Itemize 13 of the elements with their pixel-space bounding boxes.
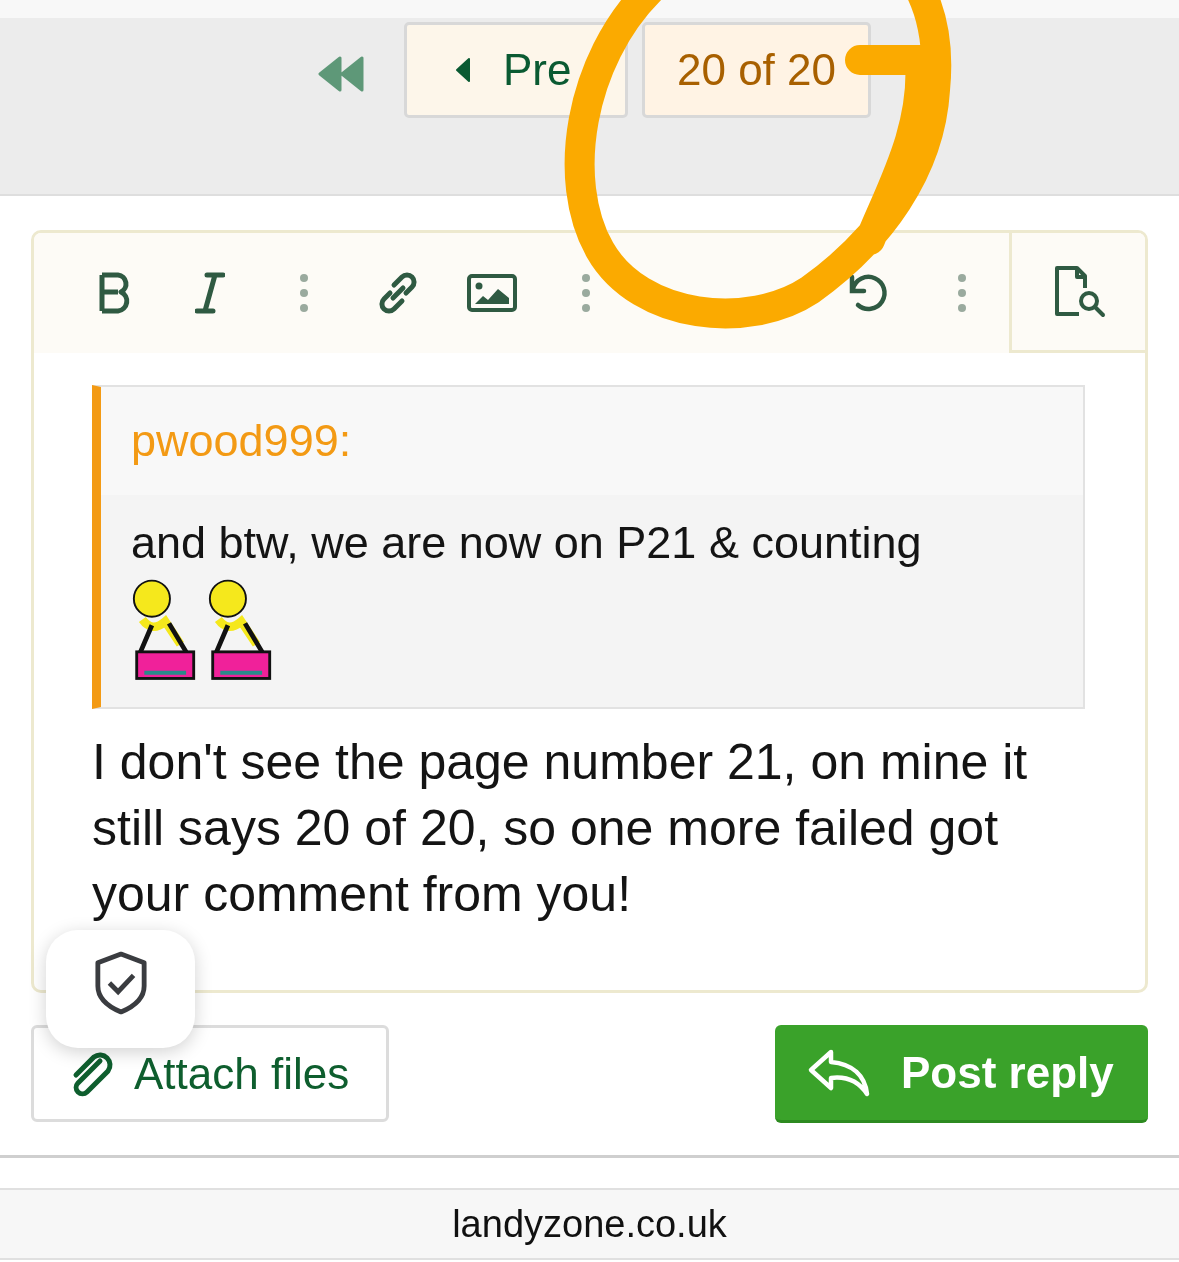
reply-arrow-icon — [807, 1047, 871, 1098]
reply-text[interactable]: I don't see the page number 21, on mine it still says 20 of 20, so one more failed got your comment from you! — [92, 729, 1085, 927]
italic-icon[interactable] — [195, 272, 225, 314]
page-selector-button[interactable]: 20 of 20 — [642, 22, 871, 118]
security-badge-button[interactable] — [46, 930, 195, 1048]
editor-box[interactable]: pwood999: and btw, we are now on P21 & counting I don't see the page number 21, on mine it still says 20 of 20, so one more failed got your comment from you! — [31, 230, 1148, 993]
site-domain: landyzone.co.uk — [452, 1202, 727, 1246]
first-page-icon[interactable] — [318, 54, 366, 94]
image-icon[interactable] — [467, 274, 517, 312]
attach-files-button[interactable]: Attach files — [31, 1025, 389, 1122]
quote-text: and btw, we are now on P21 & counting — [131, 517, 923, 569]
shield-check-icon — [93, 951, 148, 1015]
caret-left-icon — [455, 57, 471, 83]
